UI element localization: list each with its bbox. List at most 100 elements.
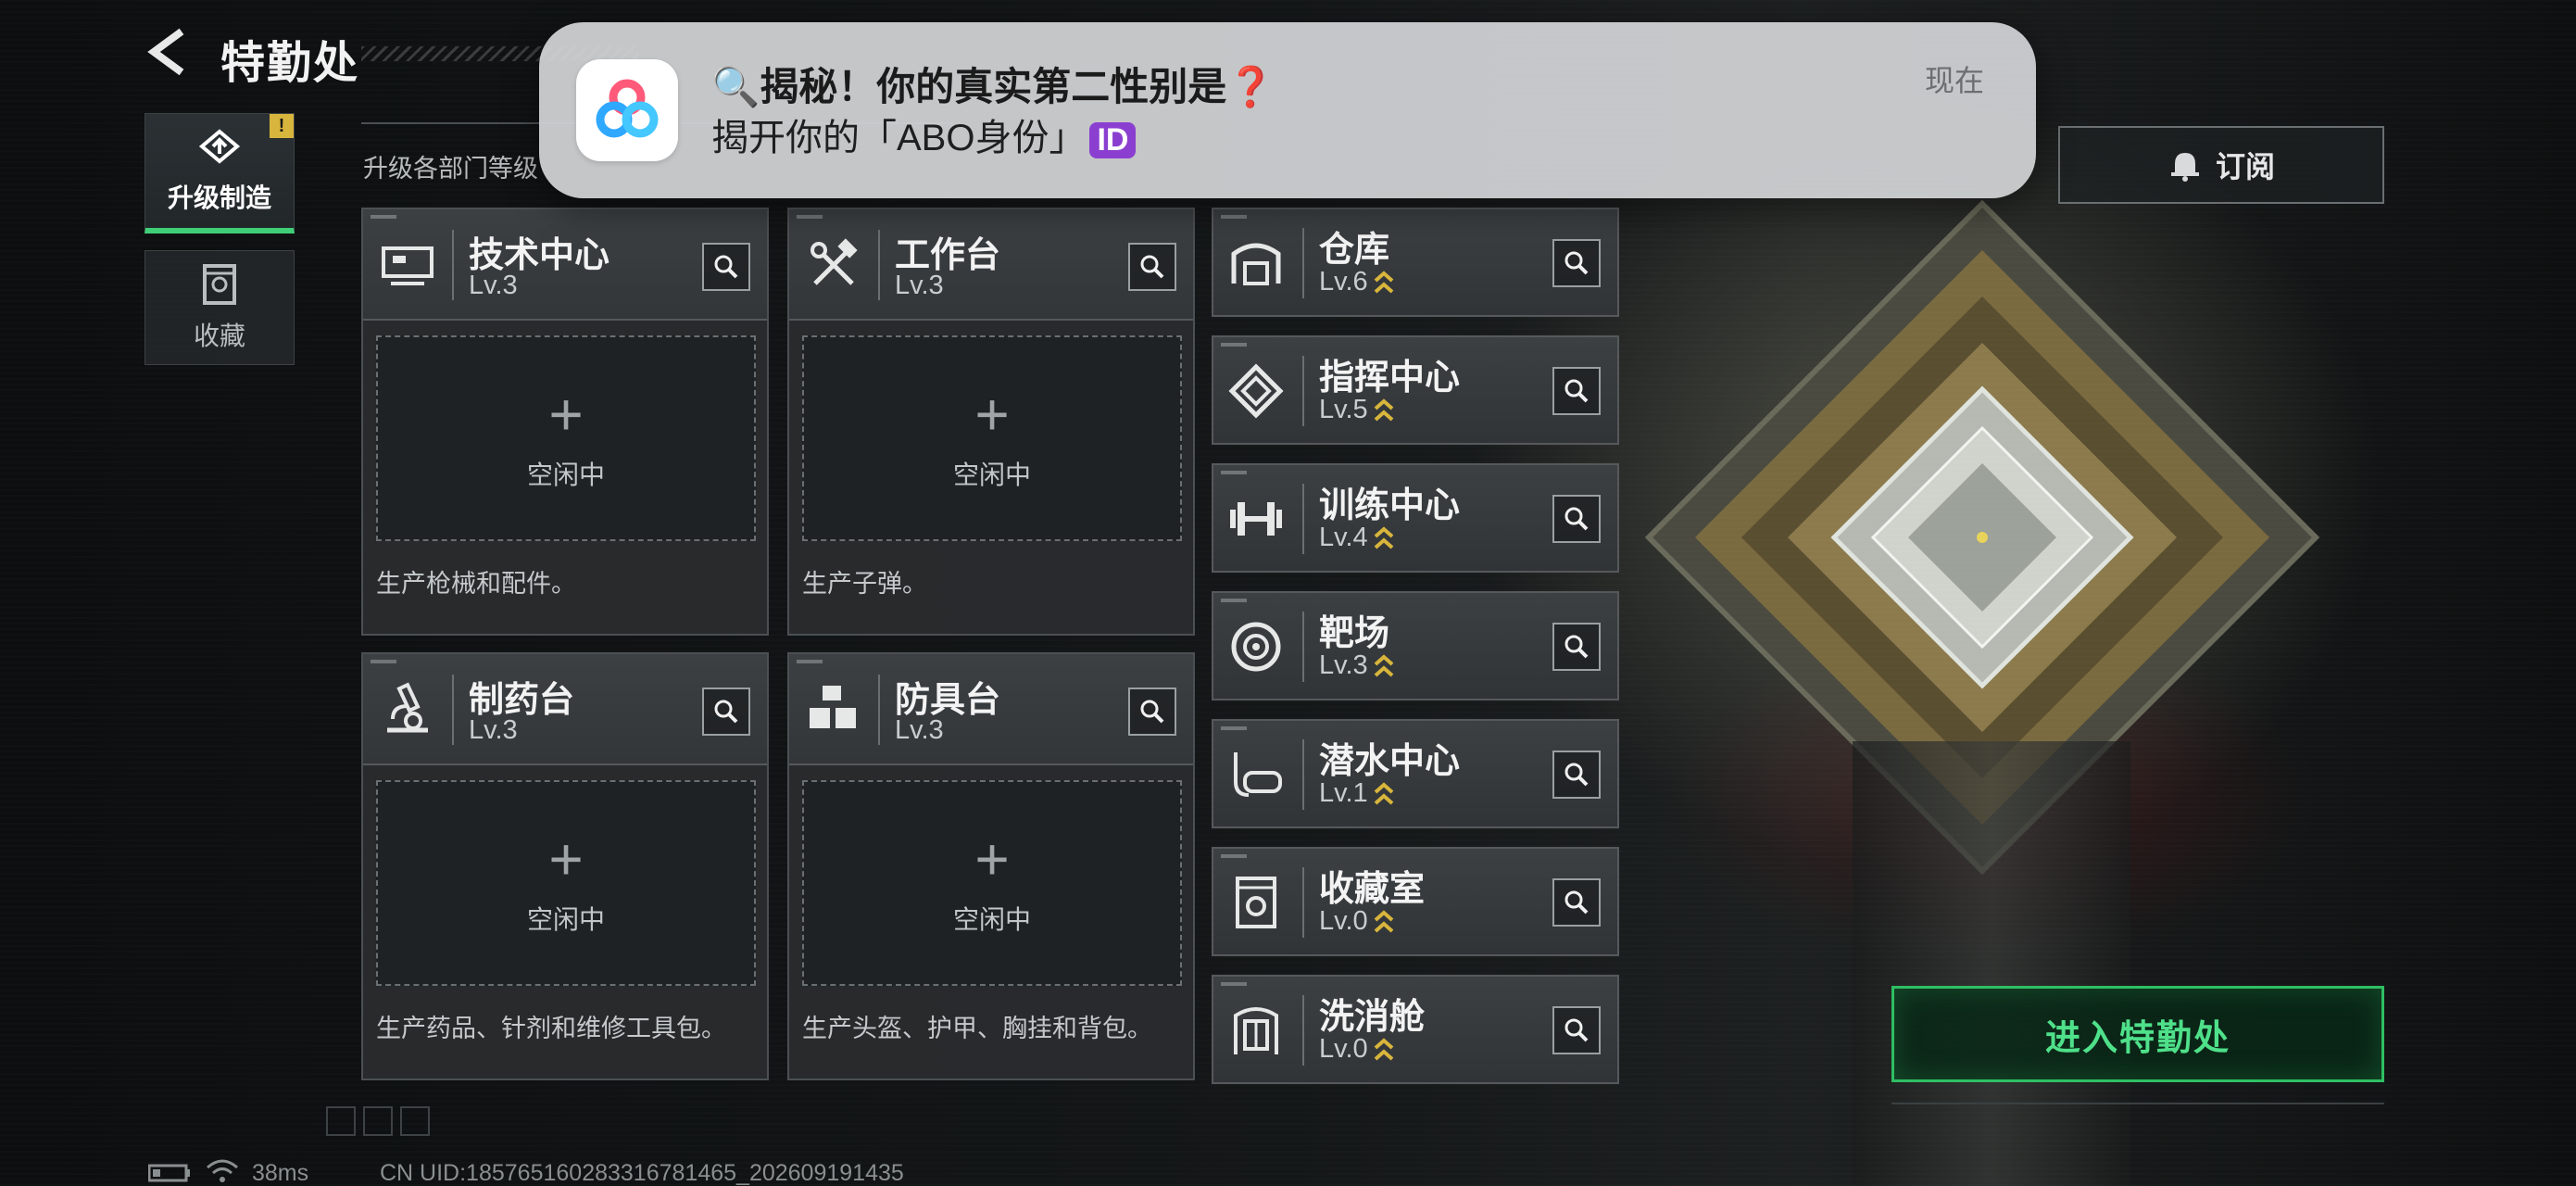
app-icon: [576, 59, 678, 161]
corner-tag: [797, 215, 823, 219]
subscribe-button[interactable]: 订阅: [2058, 126, 2384, 204]
separator: [1302, 356, 1304, 426]
separator: [1302, 612, 1304, 682]
notification-title: 🔍揭秘！你的真实第二性别是❓: [711, 65, 1275, 108]
station-name: 工作台: [895, 236, 1001, 275]
station-description: 生产枪械和配件。: [376, 570, 576, 598]
facility-row-diving-center[interactable]: 潜水中心 Lv.1: [1212, 719, 1619, 828]
search-button[interactable]: [1552, 623, 1601, 671]
production-slot[interactable]: + 空闲中: [376, 335, 756, 541]
upgrade-chevron-icon: [1374, 654, 1394, 677]
search-icon: [714, 700, 738, 724]
facility-row-training-center[interactable]: 训练中心 Lv.4: [1212, 463, 1619, 573]
facility-name: 洗消舱: [1319, 998, 1426, 1037]
chip-icon: [1228, 363, 1284, 419]
warehouse-icon: [1231, 243, 1281, 285]
monitor-icon: [382, 246, 434, 285]
enter-special-ops-button[interactable]: 进入特勤处: [1891, 986, 2384, 1082]
toolbar-slot[interactable]: [363, 1106, 393, 1136]
search-icon: [1140, 255, 1164, 279]
card-header: 技术中心 Lv.3: [363, 209, 767, 321]
facility-name: 潜水中心: [1319, 742, 1461, 781]
corner-tag: [1221, 982, 1247, 986]
production-slot[interactable]: + 空闲中: [802, 335, 1182, 541]
search-button[interactable]: [1552, 367, 1601, 415]
separator: [878, 675, 880, 745]
search-button[interactable]: [702, 243, 750, 291]
toolbar-slot[interactable]: [326, 1106, 356, 1136]
search-button[interactable]: [1128, 688, 1176, 736]
search-button[interactable]: [1552, 239, 1601, 287]
facility-row-collection-room[interactable]: 收藏室 Lv.0: [1212, 847, 1619, 956]
search-button[interactable]: [1552, 751, 1601, 799]
upgrade-chevron-icon: [1374, 910, 1394, 933]
production-slot[interactable]: + 空闲中: [376, 780, 756, 986]
search-button[interactable]: [1128, 243, 1176, 291]
separator: [1302, 739, 1304, 810]
card-header: 工作台 Lv.3: [789, 209, 1193, 321]
search-icon: [1564, 251, 1589, 275]
station-description: 生产药品、针剂和维修工具包。: [376, 1015, 726, 1042]
station-description: 生产头盔、护甲、胸挂和背包。: [802, 1015, 1152, 1042]
search-icon: [1564, 1018, 1589, 1042]
station-card-workbench[interactable]: 工作台 Lv.3 + 空闲中 生产子弹。: [787, 208, 1195, 636]
toolbar-slot[interactable]: [400, 1106, 430, 1136]
notification-banner[interactable]: 🔍揭秘！你的真实第二性别是❓ 揭开你的「ABO身份」 ID 现在: [539, 22, 2036, 198]
level-text: Lv.4: [1319, 523, 1368, 552]
station-level: Lv.3: [895, 715, 944, 745]
upgrade-icon: [198, 128, 241, 164]
level-text: Lv.6: [1319, 267, 1368, 296]
nav-upgrade-manufacture[interactable]: ! 升级制造: [145, 113, 295, 233]
card-header: 防具台 Lv.3: [789, 654, 1193, 765]
separator: [452, 675, 454, 745]
notification-time: 现在: [1924, 64, 1984, 97]
search-icon: [1140, 700, 1164, 724]
search-icon: [1564, 763, 1589, 787]
facility-row-command-center[interactable]: 指挥中心 Lv.5: [1212, 335, 1619, 445]
slot-status: 空闲中: [526, 905, 605, 934]
corner-tag: [371, 660, 396, 663]
facility-level: Lv.6: [1319, 267, 1394, 297]
ping-readout: 38ms: [252, 1160, 309, 1186]
facility-row-warehouse[interactable]: 仓库 Lv.6: [1212, 208, 1619, 317]
back-arrow-icon[interactable]: [146, 28, 189, 76]
search-button[interactable]: [1552, 1006, 1601, 1054]
station-card-tech-center[interactable]: 技术中心 Lv.3 + 空闲中 生产枪械和配件。: [361, 208, 769, 636]
search-icon: [1564, 890, 1589, 915]
search-button[interactable]: [1552, 878, 1601, 927]
microscope-icon: [387, 682, 428, 733]
station-level: Lv.3: [895, 271, 944, 300]
facility-level: Lv.0: [1319, 906, 1394, 937]
search-button[interactable]: [1552, 495, 1601, 543]
wifi-icon: [207, 1159, 238, 1182]
separator: [1302, 867, 1304, 938]
card-header: 制药台 Lv.3: [363, 654, 767, 765]
search-icon: [714, 255, 738, 279]
corner-tag: [371, 215, 396, 219]
nav-collection[interactable]: 收藏: [145, 250, 295, 365]
facility-level: Lv.5: [1319, 395, 1394, 425]
facility-row-shooting-range[interactable]: 靶场 Lv.3: [1212, 591, 1619, 700]
notification-body: 揭开你的「ABO身份」 ID: [711, 107, 1137, 161]
level-text: Lv.3: [1319, 650, 1368, 680]
alert-badge: !: [270, 114, 294, 138]
station-card-armor[interactable]: 防具台 Lv.3 + 空闲中 生产头盔、护甲、胸挂和背包。: [787, 652, 1195, 1080]
search-icon: [1564, 635, 1589, 659]
plus-icon: +: [974, 381, 1010, 448]
bottom-toolbar: [326, 1106, 430, 1136]
upgrade-chevron-icon: [1374, 782, 1394, 805]
plus-icon: +: [548, 826, 584, 892]
tools-icon: [810, 238, 858, 285]
section-subtitle: 升级各部门等级: [363, 155, 538, 183]
cloud-app-icon: [596, 79, 659, 138]
facility-row-decon-chamber[interactable]: 洗消舱 Lv.0: [1212, 975, 1619, 1084]
battery-icon: [148, 1164, 190, 1182]
corner-tag: [1221, 215, 1247, 219]
nav-label: 收藏: [193, 322, 245, 350]
enter-label: 进入特勤处: [2044, 1018, 2230, 1058]
slot-status: 空闲中: [526, 461, 605, 489]
search-button[interactable]: [702, 688, 750, 736]
station-card-pharmacy[interactable]: 制药台 Lv.3 + 空闲中 生产药品、针剂和维修工具包。: [361, 652, 769, 1080]
production-slot[interactable]: + 空闲中: [802, 780, 1182, 986]
level-text: Lv.1: [1319, 778, 1368, 808]
